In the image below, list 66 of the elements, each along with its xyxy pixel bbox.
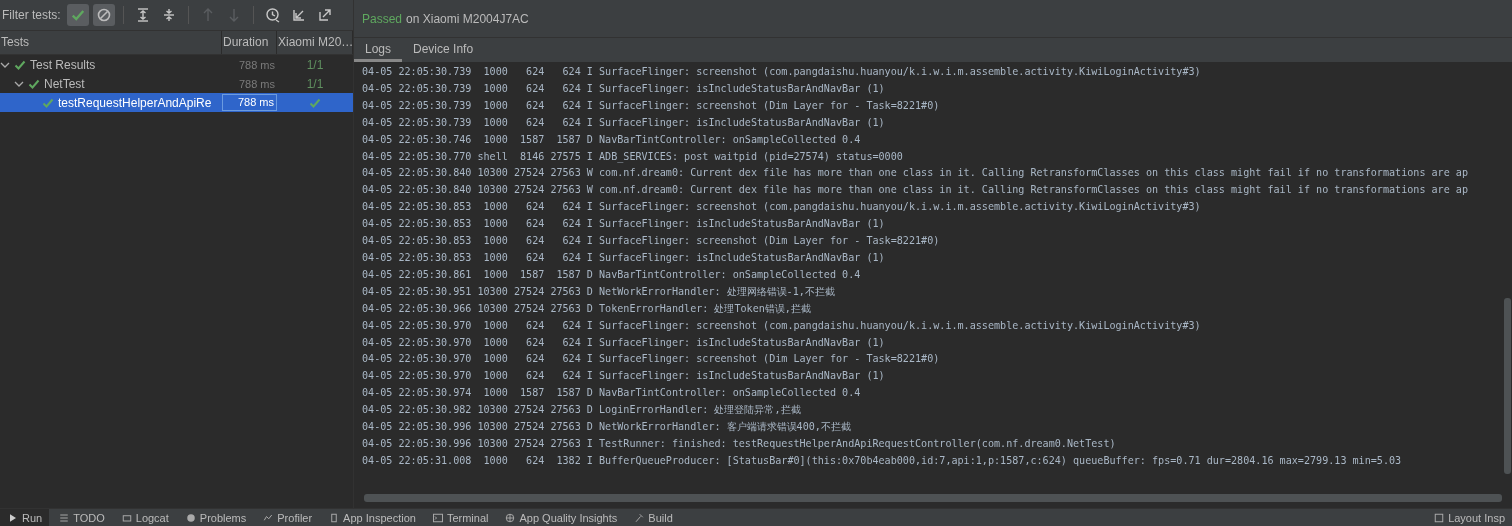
test-name: NetTest	[44, 76, 85, 91]
log-line: 04-05 22:05:30.853 1000 624 624 I SurfaceFlinger: screenshot (Dim Layer for - Task=8221#0)	[362, 234, 941, 249]
tool-window-tab[interactable]: Problems	[177, 509, 254, 526]
log-line: 04-05 22:05:30.996 10300 27524 27563 D NetWorkErrorHandler: 客户端请求错误400,不拦截	[362, 420, 852, 435]
device-text: on Xiaomi M2004J7AC	[406, 11, 529, 26]
log-line: 04-05 22:05:30.951 10300 27524 27563 D NetWorkErrorHandler: 处理网络错误-1,不拦截	[362, 284, 836, 299]
test-row[interactable]: NetTest 788 ms 1/1	[0, 74, 353, 93]
log-line: 04-05 22:05:30.739 1000 624 624 I SurfaceFlinger: screenshot (Dim Layer for - Task=8221#0)	[362, 98, 941, 113]
prohibited-icon	[96, 8, 111, 22]
scrollbar-thumb[interactable]	[1504, 298, 1511, 474]
tool-window-tab[interactable]: Run	[0, 509, 50, 526]
check-icon	[70, 8, 85, 22]
scrollbar-thumb[interactable]	[364, 494, 1502, 502]
globe-icon	[504, 512, 517, 524]
show-ignored-toggle[interactable]	[92, 4, 115, 26]
log-line: 04-05 22:05:30.966 10300 27524 27563 D TokenErrorHandler: 处理Token错误,拦截	[362, 301, 812, 316]
log-line: 04-05 22:05:30.970 1000 624 624 I SurfaceFlinger: screenshot (com.pangdaishu.huanyou/k.i.w.i.m.assemble.activity.KiwiLoginActivity#3)	[362, 318, 1202, 333]
log-line: 04-05 22:05:30.746 1000 1587 1587 D NavBarTintController: onSampleCollected 0.4	[362, 132, 862, 147]
tool-window-tab[interactable]: Build	[626, 509, 680, 526]
result-count: 1/1	[306, 76, 324, 91]
column-header[interactable]: Xiaomi M20…	[277, 31, 353, 54]
test-name: testRequestHelperAndApiRe	[58, 95, 212, 110]
filter-label: Filter tests:	[2, 8, 61, 22]
log-line: 04-05 22:05:30.974 1000 1587 1587 D NavBarTintController: onSampleCollected 0.4	[362, 386, 862, 401]
log-line: 04-05 22:05:30.982 10300 27524 27563 D LoginErrorHandler: 处理登陆异常,拦截	[362, 403, 802, 418]
tool-window-tab[interactable]: App Quality Insights	[497, 509, 625, 526]
duration-text: 788 ms	[237, 58, 276, 71]
hammer-icon	[633, 512, 646, 524]
test-row[interactable]: Test Results 788 ms 1/1	[0, 55, 353, 74]
log-line: 04-05 22:05:30.739 1000 624 624 I SurfaceFlinger: isIncludeStatusBarAndNavBar (1)	[362, 81, 886, 96]
log-line: 04-05 22:05:30.996 10300 27524 27563 I TestRunner: finished: testRequestHelperAndApiRequestController(com.nf.dream0.NetTest)	[362, 436, 1117, 451]
tool-window-tab[interactable]: Terminal	[424, 509, 496, 526]
tab[interactable]: Device Info	[402, 38, 485, 62]
test-row[interactable]: testRequestHelperAndApiRe 788 ms	[0, 93, 353, 112]
log-line: 04-05 22:05:30.853 1000 624 624 I SurfaceFlinger: screenshot (com.pangdaishu.huanyou/k.i.w.i.m.assemble.activity.KiwiLoginActivity#3)	[362, 200, 1202, 215]
tab[interactable]: Logs	[354, 38, 403, 62]
tool-window-tab[interactable]: Logcat	[113, 509, 176, 526]
column-header[interactable]: Duration	[222, 31, 277, 54]
duration-text: 788 ms	[222, 94, 277, 111]
log-line: 04-05 22:05:30.853 1000 624 624 I SurfaceFlinger: isIncludeStatusBarAndNavBar (1)	[362, 250, 886, 265]
window-icon	[1433, 512, 1446, 524]
log-line: 04-05 22:05:30.861 1000 1587 1587 D NavBarTintController: onSampleCollected 0.4	[362, 267, 862, 282]
tool-window-tab[interactable]: TODO	[51, 509, 112, 526]
result-count: 1/1	[306, 57, 324, 72]
check-icon	[309, 96, 321, 109]
duration-text: 788 ms	[237, 77, 276, 90]
log-line: 04-05 22:05:30.970 1000 624 624 I SurfaceFlinger: isIncludeStatusBarAndNavBar (1)	[362, 335, 886, 350]
column-header[interactable]: Tests	[0, 31, 222, 54]
log-line: 04-05 22:05:30.840 10300 27524 27563 W com.nf.dream0: Current dex file has more than one class in it. Calling RetransformClasses on this class might fail if no transformations are ap	[362, 166, 1469, 181]
tool-window-tab[interactable]: Layout Insp	[1426, 509, 1512, 526]
test-name: Test Results	[30, 57, 96, 72]
tool-window-tab[interactable]: Profiler	[255, 509, 320, 526]
status-text: Passed	[362, 11, 403, 26]
log-line: 04-05 22:05:30.739 1000 624 624 I SurfaceFlinger: screenshot (com.pangdaishu.huanyou/k.i.w.i.m.assemble.activity.KiwiLoginActivity#3)	[362, 65, 1202, 79]
log-line: 04-05 22:05:31.008 1000 624 1382 I BufferQueueProducer: [StatusBar#0](this:0x70b4eab000,id:7,api:1,p:1587,c:624) queueBuffer: fps=0.71 dur=2804.16 max=2799.13 min=5.03	[362, 453, 1403, 468]
log-line: 04-05 22:05:30.853 1000 624 624 I SurfaceFlinger: isIncludeStatusBarAndNavBar (1)	[362, 217, 886, 232]
log-line: 04-05 22:05:30.840 10300 27524 27563 W com.nf.dream0: Current dex file has more than one class in it. Calling RetransformClasses on this class might fail if no transformations are ap	[362, 183, 1469, 198]
terminal-icon	[431, 512, 444, 524]
log-line: 04-05 22:05:30.739 1000 624 624 I SurfaceFlinger: isIncludeStatusBarAndNavBar (1)	[362, 115, 886, 130]
show-passed-toggle[interactable]	[66, 4, 89, 26]
monitor-icon	[120, 512, 133, 524]
list-icon	[58, 512, 71, 524]
tool-window-tab[interactable]: App Inspection	[321, 509, 423, 526]
log-line: 04-05 22:05:30.770 shell 8146 27575 I ADB_SERVICES: post waitpid (pid=27574) status=0000	[362, 149, 904, 165]
log-line: 04-05 22:05:30.970 1000 624 624 I SurfaceFlinger: isIncludeStatusBarAndNavBar (1)	[362, 369, 886, 384]
log-line: 04-05 22:05:30.970 1000 624 624 I SurfaceFlinger: screenshot (Dim Layer for - Task=8221#0)	[362, 352, 941, 367]
